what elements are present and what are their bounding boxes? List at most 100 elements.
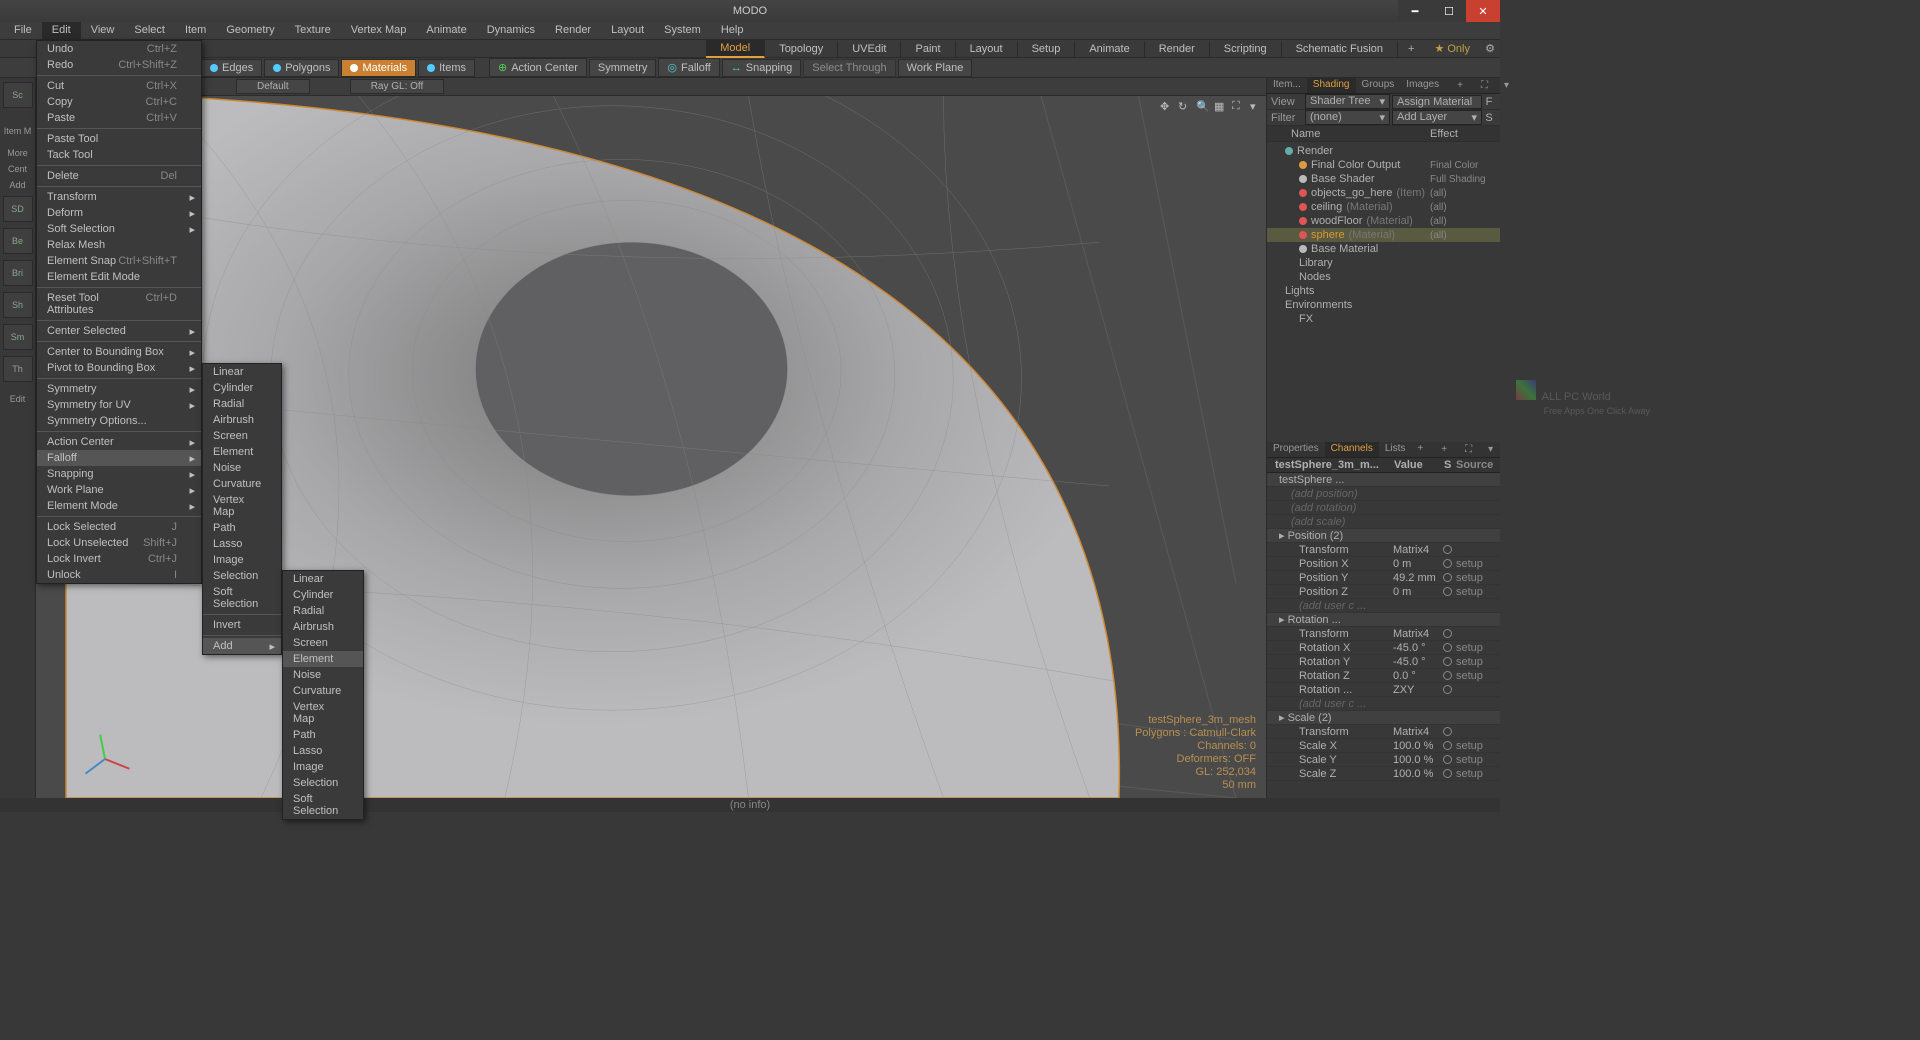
tree-node-final-color-output[interactable]: Final Color OutputFinal Color: [1267, 158, 1500, 172]
tab-channels[interactable]: Channels: [1325, 442, 1379, 457]
tab-item[interactable]: Item...: [1267, 78, 1307, 93]
falloff-airbrush[interactable]: Airbrush: [203, 412, 281, 428]
chevron-down-icon[interactable]: ▾: [1482, 443, 1499, 456]
tree-node-library[interactable]: Library: [1267, 256, 1500, 270]
menuitem-paste-tool[interactable]: Paste Tool: [37, 131, 201, 147]
tab-shading[interactable]: Shading: [1307, 78, 1356, 93]
menu-texture[interactable]: Texture: [285, 22, 341, 39]
only-toggle[interactable]: ★ Only: [1424, 40, 1480, 57]
menu-vertex-map[interactable]: Vertex Map: [341, 22, 417, 39]
plus-icon[interactable]: +: [1451, 79, 1469, 92]
tree-node-objects-go-here[interactable]: objects_go_here (Item)(all): [1267, 186, 1500, 200]
falloff-lasso[interactable]: Lasso: [203, 536, 281, 552]
action-center-button[interactable]: ⊕Action Center: [489, 58, 587, 77]
menu-system[interactable]: System: [654, 22, 711, 39]
tree-node-base-material[interactable]: Base Material: [1267, 242, 1500, 256]
add-workspace-button[interactable]: +: [1398, 41, 1424, 57]
add-selection[interactable]: Selection: [283, 775, 363, 791]
channel--add-rotation-[interactable]: (add rotation): [1267, 501, 1500, 515]
workspace-tab-animate[interactable]: Animate: [1075, 41, 1144, 57]
channel--scale-[interactable]: ▸ Scale (2): [1267, 711, 1500, 725]
menu-layout[interactable]: Layout: [601, 22, 654, 39]
channel-rotation-x[interactable]: Rotation X-45.0 °setup: [1267, 641, 1500, 655]
menuitem-element-edit-mode[interactable]: Element Edit Mode: [37, 269, 201, 285]
falloff-radial[interactable]: Radial: [203, 396, 281, 412]
falloff-path[interactable]: Path: [203, 520, 281, 536]
shading-mode-pill[interactable]: Default: [236, 79, 310, 94]
add-radial[interactable]: Radial: [283, 603, 363, 619]
falloff-invert[interactable]: Invert: [203, 617, 281, 633]
add-path[interactable]: Path: [283, 727, 363, 743]
menu-dynamics[interactable]: Dynamics: [477, 22, 545, 39]
menuitem-lock-selected[interactable]: Lock SelectedJ: [37, 519, 201, 535]
channel--add-position-[interactable]: (add position): [1267, 487, 1500, 501]
workspace-tab-layout[interactable]: Layout: [956, 41, 1018, 57]
channel--rotation-[interactable]: ▸ Rotation ...: [1267, 613, 1500, 627]
add-curvature[interactable]: Curvature: [283, 683, 363, 699]
add-noise[interactable]: Noise: [283, 667, 363, 683]
menu-file[interactable]: File: [4, 22, 42, 39]
symmetry-button[interactable]: Symmetry: [589, 59, 657, 77]
maximize-button[interactable]: ☐: [1432, 0, 1466, 22]
left-item-be[interactable]: Be: [3, 228, 33, 254]
menu-render[interactable]: Render: [545, 22, 601, 39]
channel-testsphere-[interactable]: testSphere ...: [1267, 473, 1500, 487]
menuitem-lock-unselected[interactable]: Lock UnselectedShift+J: [37, 535, 201, 551]
menuitem-snapping[interactable]: Snapping▸: [37, 466, 201, 482]
tree-node-environments[interactable]: Environments: [1267, 298, 1500, 312]
minimize-button[interactable]: ━: [1398, 0, 1432, 22]
maximize-viewport-icon[interactable]: ⛶: [1232, 100, 1244, 112]
menuitem-deform[interactable]: Deform▸: [37, 205, 201, 221]
menuitem-center-selected[interactable]: Center Selected▸: [37, 323, 201, 339]
falloff-element[interactable]: Element: [203, 444, 281, 460]
channel-rotation-y[interactable]: Rotation Y-45.0 °setup: [1267, 655, 1500, 669]
menuitem-reset-tool-attributes[interactable]: Reset Tool AttributesCtrl+D: [37, 290, 201, 318]
materials-button[interactable]: Materials: [341, 59, 416, 77]
channel-position-z[interactable]: Position Z0 msetup: [1267, 585, 1500, 599]
add-linear[interactable]: Linear: [283, 571, 363, 587]
add-soft-selection[interactable]: Soft Selection: [283, 791, 363, 819]
menuitem-unlock[interactable]: UnlockI: [37, 567, 201, 583]
channel-scale-x[interactable]: Scale X100.0 %setup: [1267, 739, 1500, 753]
menuitem-paste[interactable]: PasteCtrl+V: [37, 110, 201, 126]
left-item-bri[interactable]: Bri: [3, 260, 33, 286]
items-button[interactable]: Items: [418, 59, 475, 77]
view-dropdown[interactable]: Shader Tree▾: [1305, 94, 1390, 109]
channel--add-scale-[interactable]: (add scale): [1267, 515, 1500, 529]
polygons-button[interactable]: Polygons: [264, 59, 339, 77]
add-airbrush[interactable]: Airbrush: [283, 619, 363, 635]
tree-node-base-shader[interactable]: Base ShaderFull Shading: [1267, 172, 1500, 186]
snapping-button[interactable]: ↔Snapping: [722, 59, 802, 77]
zoom-icon[interactable]: 🔍: [1196, 100, 1208, 112]
workspace-tab-topology[interactable]: Topology: [765, 41, 838, 57]
channel-transform[interactable]: TransformMatrix4: [1267, 627, 1500, 641]
menuitem-redo[interactable]: RedoCtrl+Shift+Z: [37, 57, 201, 73]
expand-icon[interactable]: ⛶: [1475, 79, 1494, 92]
menuitem-soft-selection[interactable]: Soft Selection▸: [37, 221, 201, 237]
add-element[interactable]: Element: [283, 651, 363, 667]
channel-position-y[interactable]: Position Y49.2 mmsetup: [1267, 571, 1500, 585]
workspace-tab-scripting[interactable]: Scripting: [1210, 41, 1282, 57]
workspace-tab-setup[interactable]: Setup: [1018, 41, 1076, 57]
workspace-tab-paint[interactable]: Paint: [901, 41, 955, 57]
workspace-tab-model[interactable]: Model: [706, 40, 765, 58]
filter-f-button[interactable]: F: [1482, 96, 1496, 108]
channel-rotation-z[interactable]: Rotation Z0.0 °setup: [1267, 669, 1500, 683]
menuitem-falloff[interactable]: Falloff▸: [37, 450, 201, 466]
move-icon[interactable]: ✥: [1160, 100, 1172, 112]
menuitem-center-to-bounding-box[interactable]: Center to Bounding Box▸: [37, 344, 201, 360]
tab-images[interactable]: Images: [1400, 78, 1445, 93]
menuitem-work-plane[interactable]: Work Plane▸: [37, 482, 201, 498]
menu-edit[interactable]: Edit: [42, 22, 81, 39]
menuitem-symmetry-for-uv[interactable]: Symmetry for UV▸: [37, 397, 201, 413]
menuitem-symmetry-options-[interactable]: Symmetry Options...: [37, 413, 201, 429]
channel--position-[interactable]: ▸ Position (2): [1267, 529, 1500, 543]
falloff-linear[interactable]: Linear: [203, 364, 281, 380]
falloff-selection[interactable]: Selection: [203, 568, 281, 584]
channel-transform[interactable]: TransformMatrix4: [1267, 725, 1500, 739]
edges-button[interactable]: Edges: [201, 59, 262, 77]
menuitem-copy[interactable]: CopyCtrl+C: [37, 94, 201, 110]
menuitem-relax-mesh[interactable]: Relax Mesh: [37, 237, 201, 253]
work-plane-button[interactable]: Work Plane: [898, 59, 973, 77]
chevron-down-icon[interactable]: ▾: [1250, 100, 1262, 112]
